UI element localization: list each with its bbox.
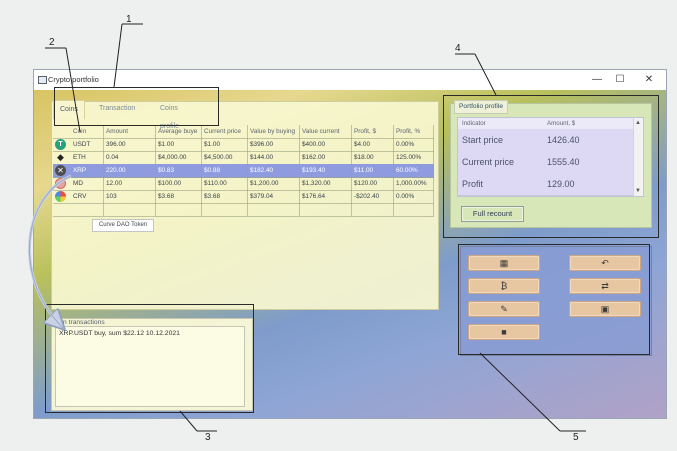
value-buy-cell: $144.00 — [248, 151, 300, 164]
empty-cell — [156, 203, 202, 216]
annotation-box-3 — [45, 304, 254, 413]
profit-usd-cell: $4.00 — [352, 138, 394, 151]
coin-cell: USDT — [71, 138, 104, 151]
average-cell: $3.68 — [156, 190, 202, 203]
table-row-selected[interactable]: ✕ XRP 220.00 $0.83 $0.88 $182.40 $193.40… — [53, 164, 434, 178]
header-value-buying: Value by buying — [248, 125, 300, 138]
maximize-button[interactable]: ☐ — [611, 73, 629, 87]
value-buy-cell: $396.00 — [248, 138, 300, 151]
average-cell: $100.00 — [156, 177, 202, 190]
curve-icon — [55, 191, 66, 202]
value-buy-cell: $1,200.00 — [248, 177, 300, 190]
callout-5: 5 — [573, 432, 579, 443]
header-average: Average buye — [156, 125, 202, 138]
annotation-box-4 — [443, 95, 659, 238]
amount-cell: 396.00 — [104, 138, 156, 151]
minimize-button[interactable]: — — [588, 73, 606, 87]
empty-cell — [394, 203, 434, 216]
value-current-cell: $400.00 — [300, 138, 352, 151]
profit-pct-cell: 125.00% — [394, 151, 434, 164]
value-current-cell: $176.64 — [300, 190, 352, 203]
header-value-current: Value current — [300, 125, 352, 138]
table-row[interactable]: ◆ ETH 0.04 $4,000.00 $4,500.00 $144.00 $… — [53, 151, 434, 165]
profit-usd-cell: $11.00 — [352, 164, 394, 177]
callout-2: 2 — [49, 37, 55, 48]
average-cell: $1.00 — [156, 138, 202, 151]
annotation-box-1 — [54, 87, 219, 126]
current-price-cell: $1.00 — [202, 138, 248, 151]
value-current-cell: $162.00 — [300, 151, 352, 164]
profit-pct-cell: 0.00% — [394, 190, 434, 203]
md-icon — [55, 178, 66, 189]
empty-cell — [104, 203, 156, 216]
current-price-cell: $3.68 — [202, 190, 248, 203]
close-button[interactable]: ✕ — [640, 73, 658, 87]
header-profit-usd: Profit, $ — [352, 125, 394, 138]
current-price-cell: $0.88 — [202, 164, 248, 177]
profit-pct-cell: 0.00% — [394, 138, 434, 151]
header-coin: Coin — [71, 125, 104, 138]
coin-tooltip: Curve DAO Token — [92, 219, 154, 232]
table-row-empty[interactable] — [53, 203, 434, 217]
empty-cell — [352, 203, 394, 216]
header-amount: Amount — [104, 125, 156, 138]
empty-cell — [202, 203, 248, 216]
profit-usd-cell: $120.00 — [352, 177, 394, 190]
current-price-cell: $4,500.00 — [202, 151, 248, 164]
ethereum-icon: ◆ — [57, 152, 64, 162]
table-row[interactable]: MD 12.00 $100.00 $110.00 $1,200.00 $1,32… — [53, 177, 434, 191]
value-current-cell: $1,320.00 — [300, 177, 352, 190]
value-buy-cell: $182.40 — [248, 164, 300, 177]
annotation-box-5 — [458, 244, 650, 355]
table-row[interactable]: CRV 103 $3.68 $3.68 $379.04 $176.64 -$20… — [53, 190, 434, 204]
profit-usd-cell: -$202.40 — [352, 190, 394, 203]
xrp-icon: ✕ — [55, 165, 66, 176]
current-price-cell: $110.00 — [202, 177, 248, 190]
amount-cell: 103 — [104, 190, 156, 203]
amount-cell: 0.04 — [104, 151, 156, 164]
value-current-cell: $193.40 — [300, 164, 352, 177]
coin-cell: CRV — [71, 190, 104, 203]
profit-usd-cell: $18.00 — [352, 151, 394, 164]
header-profit-pct: Profit, % — [394, 125, 434, 138]
coin-table-header: Coin Amount Average buye Current price V… — [53, 125, 434, 139]
coin-cell: MD — [71, 177, 104, 190]
amount-cell: 12.00 — [104, 177, 156, 190]
header-current-price: Current price — [202, 125, 248, 138]
tether-icon: T — [55, 139, 66, 150]
empty-cell — [248, 203, 300, 216]
empty-cell — [71, 203, 104, 216]
callout-1: 1 — [126, 14, 132, 25]
profit-pct-cell: 1,000.00% — [394, 177, 434, 190]
callout-3: 3 — [205, 432, 211, 443]
app-icon — [38, 76, 47, 84]
callout-4: 4 — [455, 43, 461, 54]
average-cell: $0.83 — [156, 164, 202, 177]
empty-cell — [300, 203, 352, 216]
amount-cell: 220.00 — [104, 164, 156, 177]
coin-cell: XRP — [71, 164, 104, 177]
window-title: Crypto portfolio — [48, 75, 99, 84]
profit-pct-cell: 60.00% — [394, 164, 434, 177]
coin-cell: ETH — [71, 151, 104, 164]
average-cell: $4,000.00 — [156, 151, 202, 164]
table-row[interactable]: T USDT 396.00 $1.00 $1.00 $396.00 $400.0… — [53, 138, 434, 152]
value-buy-cell: $379.04 — [248, 190, 300, 203]
